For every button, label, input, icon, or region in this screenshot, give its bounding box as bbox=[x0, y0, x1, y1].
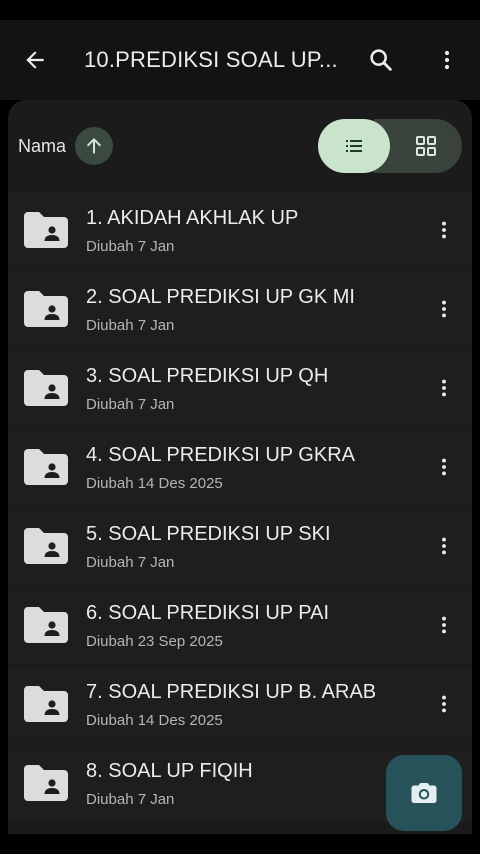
shared-folder-icon bbox=[24, 686, 68, 722]
list-view-button[interactable] bbox=[318, 119, 390, 173]
back-button[interactable] bbox=[0, 20, 70, 100]
more-vertical-icon bbox=[442, 379, 446, 397]
item-more-button[interactable] bbox=[424, 447, 464, 487]
file-modified-date: Diubah 7 Jan bbox=[86, 317, 175, 334]
file-name: 4. SOAL PREDIKSI UP GKRA bbox=[86, 444, 355, 466]
file-modified-date: Diubah 7 Jan bbox=[86, 396, 175, 413]
file-modified-date: Diubah 23 Sep 2025 bbox=[86, 633, 223, 650]
list-item[interactable]: 7. SOAL PREDIKSI UP B. ARAB Diubah 14 De… bbox=[8, 666, 472, 743]
status-area bbox=[0, 0, 480, 20]
list-item[interactable]: 4. SOAL PREDIKSI UP GKRA Diubah 14 Des 2… bbox=[8, 429, 472, 506]
app-bar: 10.PREDIKSI SOAL UP... bbox=[0, 20, 480, 100]
camera-icon bbox=[411, 783, 437, 803]
more-vertical-icon bbox=[442, 695, 446, 713]
file-list-panel: Nama 1. AKIDAH AKHLAK UP Diubah 7 Jan 2.… bbox=[8, 100, 472, 834]
grid-view-icon bbox=[416, 136, 436, 156]
file-modified-date: Diubah 14 Des 2025 bbox=[86, 475, 223, 492]
item-more-button[interactable] bbox=[424, 684, 464, 724]
file-name: 7. SOAL PREDIKSI UP B. ARAB bbox=[86, 681, 377, 703]
more-options-button[interactable] bbox=[414, 20, 480, 100]
file-name: 8. SOAL UP FIQIH bbox=[86, 760, 253, 782]
sort-direction-button[interactable] bbox=[75, 127, 113, 165]
list-item[interactable]: 1. AKIDAH AKHLAK UP Diubah 7 Jan bbox=[8, 192, 472, 269]
file-name: 5. SOAL PREDIKSI UP SKI bbox=[86, 523, 331, 545]
shared-folder-icon bbox=[24, 607, 68, 643]
file-name: 6. SOAL PREDIKSI UP PAI bbox=[86, 602, 330, 624]
more-vertical-icon bbox=[442, 458, 446, 476]
more-vertical-icon bbox=[444, 50, 450, 70]
more-vertical-icon bbox=[442, 537, 446, 555]
search-icon bbox=[370, 49, 392, 71]
more-vertical-icon bbox=[442, 300, 446, 318]
list-item[interactable]: 2. SOAL PREDIKSI UP GK MI Diubah 7 Jan bbox=[8, 271, 472, 348]
sort-bar: Nama bbox=[8, 100, 472, 188]
list-view-icon bbox=[346, 140, 362, 152]
more-vertical-icon bbox=[442, 221, 446, 239]
item-more-button[interactable] bbox=[424, 368, 464, 408]
shared-folder-icon bbox=[24, 291, 68, 327]
list-item[interactable]: 3. SOAL PREDIKSI UP QH Diubah 7 Jan bbox=[8, 350, 472, 427]
shared-folder-icon bbox=[24, 449, 68, 485]
view-toggle bbox=[318, 119, 462, 173]
item-more-button[interactable] bbox=[424, 605, 464, 645]
shared-folder-icon bbox=[24, 765, 68, 801]
shared-folder-icon bbox=[24, 528, 68, 564]
folder-title: 10.PREDIKSI SOAL UP... bbox=[84, 47, 338, 72]
camera-scan-button[interactable] bbox=[386, 755, 462, 831]
file-name: 1. AKIDAH AKHLAK UP bbox=[86, 207, 299, 229]
sort-label[interactable]: Nama bbox=[18, 136, 66, 157]
item-more-button[interactable] bbox=[424, 289, 464, 329]
list-item[interactable]: 6. SOAL PREDIKSI UP PAI Diubah 23 Sep 20… bbox=[8, 587, 472, 664]
arrow-up-icon bbox=[87, 138, 101, 154]
file-list: 1. AKIDAH AKHLAK UP Diubah 7 Jan 2. SOAL… bbox=[8, 192, 472, 824]
file-name: 2. SOAL PREDIKSI UP GK MI bbox=[86, 286, 355, 308]
more-vertical-icon bbox=[442, 616, 446, 634]
item-more-button[interactable] bbox=[424, 210, 464, 250]
file-modified-date: Diubah 7 Jan bbox=[86, 238, 175, 255]
file-modified-date: Diubah 7 Jan bbox=[86, 554, 175, 571]
item-more-button[interactable] bbox=[424, 526, 464, 566]
file-modified-date: Diubah 14 Des 2025 bbox=[86, 712, 223, 729]
file-modified-date: Diubah 7 Jan bbox=[86, 791, 175, 808]
search-button[interactable] bbox=[348, 20, 414, 100]
shared-folder-icon bbox=[24, 370, 68, 406]
bottom-area bbox=[0, 834, 480, 854]
arrow-back-icon bbox=[26, 51, 44, 69]
list-item[interactable]: 5. SOAL PREDIKSI UP SKI Diubah 7 Jan bbox=[8, 508, 472, 585]
file-name: 3. SOAL PREDIKSI UP QH bbox=[86, 365, 329, 387]
shared-folder-icon bbox=[24, 212, 68, 248]
